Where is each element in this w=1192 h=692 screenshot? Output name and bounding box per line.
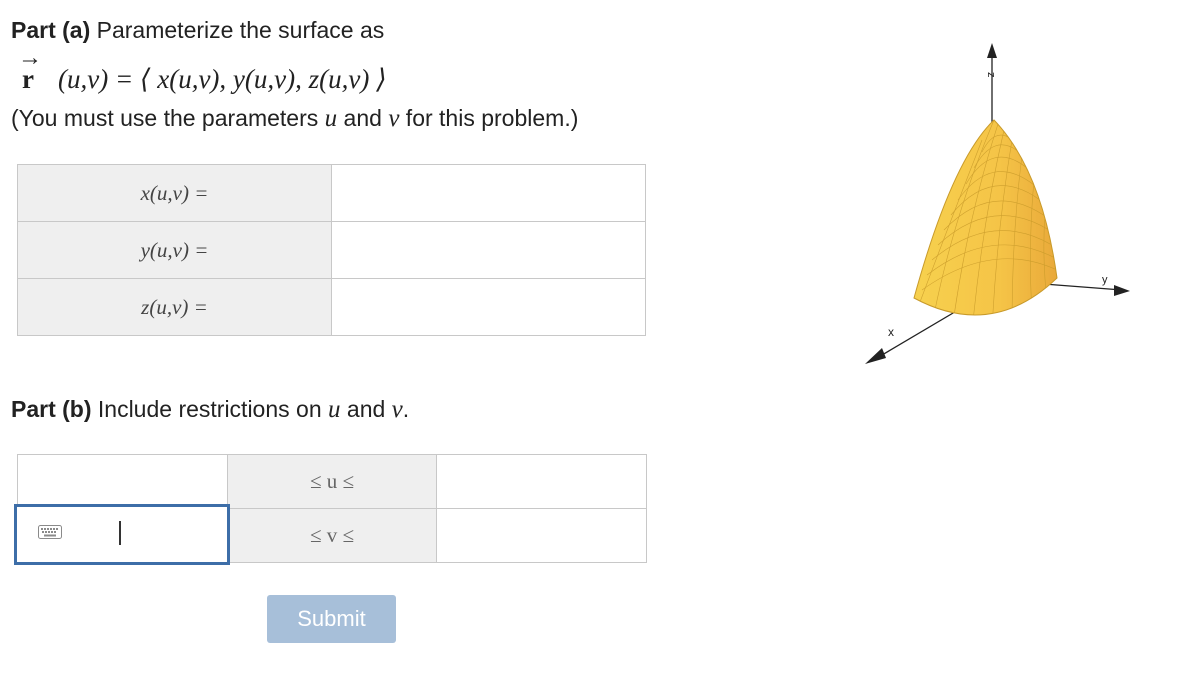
part-b-heading: Part (b) Include restrictions on u and v… [11, 393, 409, 426]
u-lower-input[interactable] [17, 454, 228, 509]
surface-shape [913, 119, 1058, 316]
v-lower-input[interactable] [14, 504, 230, 565]
v-upper-input[interactable] [436, 508, 647, 563]
y-input-field[interactable] [331, 221, 646, 279]
z-label: z(u,v) = [17, 278, 332, 336]
table-row: z(u,v) = [17, 278, 646, 336]
part-a-heading: Part (a) Parameterize the surface as [11, 14, 384, 46]
instruction-mid: and [337, 105, 389, 131]
z-axis-label: z [985, 72, 997, 78]
u-inequality: ≤ u ≤ [227, 454, 437, 509]
vector-expression: (u,v) = ⟨ x(u,v), y(u,v), z(u,v) ⟩ [58, 64, 387, 94]
table-row: ≤ u ≤ [17, 454, 647, 509]
part-b-v: v [391, 396, 403, 423]
part-a-label: Part (a) [11, 17, 91, 43]
table-row: y(u,v) = [17, 221, 646, 279]
instruction-text: (You must use the parameters u and v for… [11, 102, 578, 135]
parameterization-table: x(u,v) = y(u,v) = z(u,v) = [17, 164, 646, 336]
y-axis-label: y [1102, 274, 1108, 286]
y-axis-arrow-icon [1114, 285, 1130, 296]
instruction-u: u [324, 105, 338, 132]
z-input-field[interactable] [331, 278, 646, 336]
vector-equation: → r (u,v) = ⟨ x(u,v), y(u,v), z(u,v) ⟩ [18, 46, 618, 98]
instruction-v: v [388, 105, 400, 132]
x-input-field[interactable] [331, 164, 646, 222]
part-b-label: Part (b) [11, 396, 92, 422]
x-label: x(u,v) = [17, 164, 332, 222]
keyboard-icon[interactable] [38, 525, 62, 539]
part-b-text: Include restrictions on [91, 396, 329, 422]
instruction-pre: (You must use the parameters [11, 105, 325, 131]
v-inequality: ≤ v ≤ [227, 508, 437, 563]
text-caret [119, 521, 121, 545]
table-row: x(u,v) = [17, 164, 646, 222]
part-a-text: Parameterize the surface as [90, 17, 385, 43]
surface-plot: z y x [865, 43, 1130, 364]
z-axis-arrow-icon [987, 43, 997, 58]
y-label: y(u,v) = [17, 221, 332, 279]
u-upper-input[interactable] [436, 454, 647, 509]
part-b-and: and [340, 396, 392, 422]
vector-name: r [22, 64, 34, 94]
x-axis-label: x [888, 325, 894, 339]
part-b-u: u [328, 396, 341, 423]
submit-button[interactable]: Submit [267, 595, 396, 643]
instruction-post: for this problem.) [399, 105, 579, 131]
part-b-period: . [402, 396, 410, 422]
x-axis-arrow-icon [865, 348, 886, 364]
